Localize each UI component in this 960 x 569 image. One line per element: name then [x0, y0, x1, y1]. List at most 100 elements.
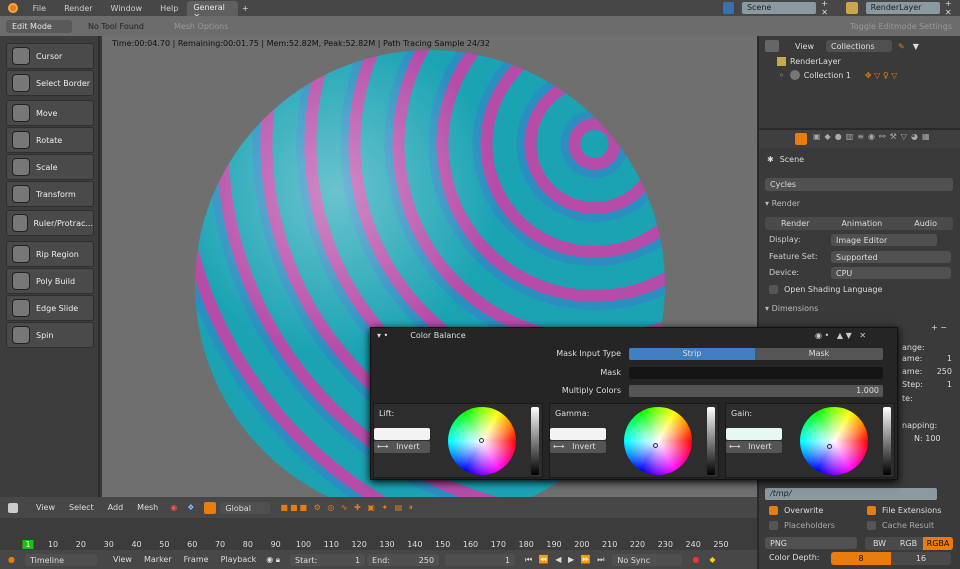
cache-result-checkbox[interactable]: [867, 521, 876, 530]
wrench-icon[interactable]: ✎: [898, 42, 905, 51]
tool-scale[interactable]: Scale: [6, 154, 94, 180]
toggle-editmode-settings[interactable]: Toggle Editmode Settings: [850, 22, 952, 31]
filter-icon[interactable]: ▼: [913, 42, 919, 51]
menu-render[interactable]: Render: [55, 4, 101, 13]
gamma-value-slider[interactable]: [707, 407, 715, 475]
gamma-color-swatch[interactable]: [550, 428, 606, 440]
pivot-icon[interactable]: ❖: [187, 503, 194, 512]
timeline-editor-select[interactable]: Timeline: [24, 553, 97, 566]
render-panel-header[interactable]: Render: [772, 199, 800, 208]
tool-rotate[interactable]: Rotate: [6, 127, 94, 153]
tool-ruler[interactable]: Ruler/Protrac...: [6, 210, 94, 236]
menu-mesh[interactable]: Mesh: [137, 503, 158, 512]
editor-type-icon[interactable]: [8, 502, 18, 513]
workspace-tab-general[interactable]: General ✕: [187, 1, 238, 21]
file-extensions-checkbox[interactable]: [867, 506, 876, 515]
tool-rip-region[interactable]: Rip Region: [6, 241, 94, 267]
menu-view[interactable]: View: [113, 555, 132, 564]
gain-value-slider[interactable]: [883, 407, 891, 475]
orientation-icon[interactable]: [204, 501, 217, 514]
menu-view[interactable]: View: [36, 503, 55, 512]
osl-checkbox[interactable]: [769, 285, 778, 294]
blender-logo-icon[interactable]: [8, 3, 18, 13]
tool-cursor[interactable]: Cursor: [6, 43, 94, 69]
orientation-select[interactable]: Global: [220, 501, 271, 514]
collapse-icon[interactable]: ▾ •: [377, 331, 388, 340]
tool-transform[interactable]: Transform: [6, 181, 94, 207]
remap-new-value[interactable]: N: 100: [914, 434, 941, 443]
start-frame-value[interactable]: 1: [947, 354, 952, 363]
end-frame-field[interactable]: End: 250: [367, 553, 440, 566]
lift-invert-button[interactable]: ⟷ Invert: [374, 441, 430, 453]
mode-select[interactable]: Edit Mode: [6, 19, 72, 33]
shading-icon[interactable]: ◉: [170, 503, 177, 512]
tool-poly-build[interactable]: Poly Build: [6, 268, 94, 294]
mask-option[interactable]: Mask: [755, 348, 883, 360]
add-scene-icon[interactable]: + ✕: [821, 0, 836, 17]
lift-value-slider[interactable]: [531, 407, 539, 475]
tool-move[interactable]: Move: [6, 100, 94, 126]
keying-lock-icon[interactable]: ◉ 🔒︎: [266, 555, 280, 565]
menu-file[interactable]: File: [24, 4, 55, 13]
gain-invert-button[interactable]: ⟷ Invert: [726, 441, 782, 453]
dimensions-panel-header[interactable]: Dimensions: [772, 304, 819, 313]
current-frame-field[interactable]: 1: [445, 553, 516, 566]
add-tab-icon[interactable]: +: [242, 4, 249, 13]
depth-8-button[interactable]: 8: [831, 552, 891, 565]
feature-set-select[interactable]: Supported: [831, 251, 951, 263]
outliner-render-layer[interactable]: RenderLayer: [790, 57, 841, 66]
add-preset-icon[interactable]: + −: [931, 323, 947, 332]
animation-button[interactable]: Animation: [841, 219, 882, 228]
mask-field[interactable]: [629, 367, 883, 379]
property-tab-icons[interactable]: ▣◆●▥≡◉⚯⚒▽◕▦: [813, 132, 934, 141]
playback-controls[interactable]: ⏮ ⏪ ◀ ▶ ⏩ ⏭: [525, 555, 606, 565]
rgb-button[interactable]: RGB: [894, 539, 923, 548]
render-layer-field[interactable]: RenderLayer: [865, 2, 940, 14]
render-tab-icon[interactable]: [795, 133, 807, 145]
outliner-editor-icon[interactable]: [765, 40, 779, 52]
gain-color-swatch[interactable]: [726, 428, 782, 440]
tool-edge-slide[interactable]: Edge Slide: [6, 295, 94, 321]
menu-frame[interactable]: Frame: [184, 555, 209, 564]
start-frame-field[interactable]: Start: 1: [290, 553, 366, 566]
end-frame-value[interactable]: 250: [937, 367, 952, 376]
audio-button[interactable]: Audio: [914, 219, 937, 228]
depth-16-button[interactable]: 16: [891, 554, 951, 563]
menu-help[interactable]: Help: [151, 4, 187, 13]
gamma-invert-button[interactable]: ⟷ Invert: [550, 441, 606, 453]
display-select[interactable]: Image Editor: [831, 234, 937, 246]
lift-color-wheel[interactable]: [448, 407, 516, 475]
gain-color-wheel[interactable]: [800, 407, 868, 475]
device-select[interactable]: CPU: [831, 267, 951, 279]
file-format-select[interactable]: PNG: [765, 537, 857, 549]
sync-select[interactable]: No Sync: [612, 553, 683, 566]
menu-marker[interactable]: Marker: [144, 555, 172, 564]
scene-field[interactable]: Scene: [741, 2, 817, 14]
render-button[interactable]: Render: [781, 219, 809, 228]
timeline-area[interactable]: 1 10 20 30 40 50 60 70 80 90 100 110 120 130 140 150 160…: [0, 518, 757, 550]
tool-spin[interactable]: Spin: [6, 322, 94, 348]
mesh-options[interactable]: Mesh Options: [174, 22, 228, 31]
record-icon[interactable]: ●: [692, 555, 699, 564]
add-layer-icon[interactable]: + ✕: [945, 0, 960, 17]
output-path-field[interactable]: /tmp/: [765, 488, 937, 500]
outliner-display-select[interactable]: Collections: [825, 40, 892, 52]
menu-window[interactable]: Window: [102, 4, 152, 13]
menu-select[interactable]: Select: [69, 503, 94, 512]
tool-select-border[interactable]: Select Border: [6, 70, 94, 96]
pin-icon[interactable]: ✱: [767, 155, 774, 164]
keyframe-icon[interactable]: ◆: [709, 555, 715, 564]
outliner-view-menu[interactable]: View: [795, 42, 814, 51]
restrict-icons[interactable]: ✥ ▽ ♀ ▽: [865, 71, 898, 80]
lift-color-swatch[interactable]: [374, 428, 430, 440]
menu-playback[interactable]: Playback: [221, 555, 257, 564]
select-mode-icons[interactable]: ■■■ ⚙ ◎ ∿ ✚ ▣ ✦ ▤ ⏸: [280, 503, 414, 513]
gamma-color-wheel[interactable]: [624, 407, 692, 475]
frame-step-value[interactable]: 1: [947, 380, 952, 389]
overwrite-checkbox[interactable]: [769, 506, 778, 515]
bw-button[interactable]: BW: [865, 539, 894, 548]
render-engine-select[interactable]: Cycles: [765, 178, 953, 191]
strip-option[interactable]: Strip: [629, 348, 755, 360]
rgba-button[interactable]: RGBA: [923, 537, 953, 550]
multiply-colors-field[interactable]: 1.000: [629, 385, 883, 397]
